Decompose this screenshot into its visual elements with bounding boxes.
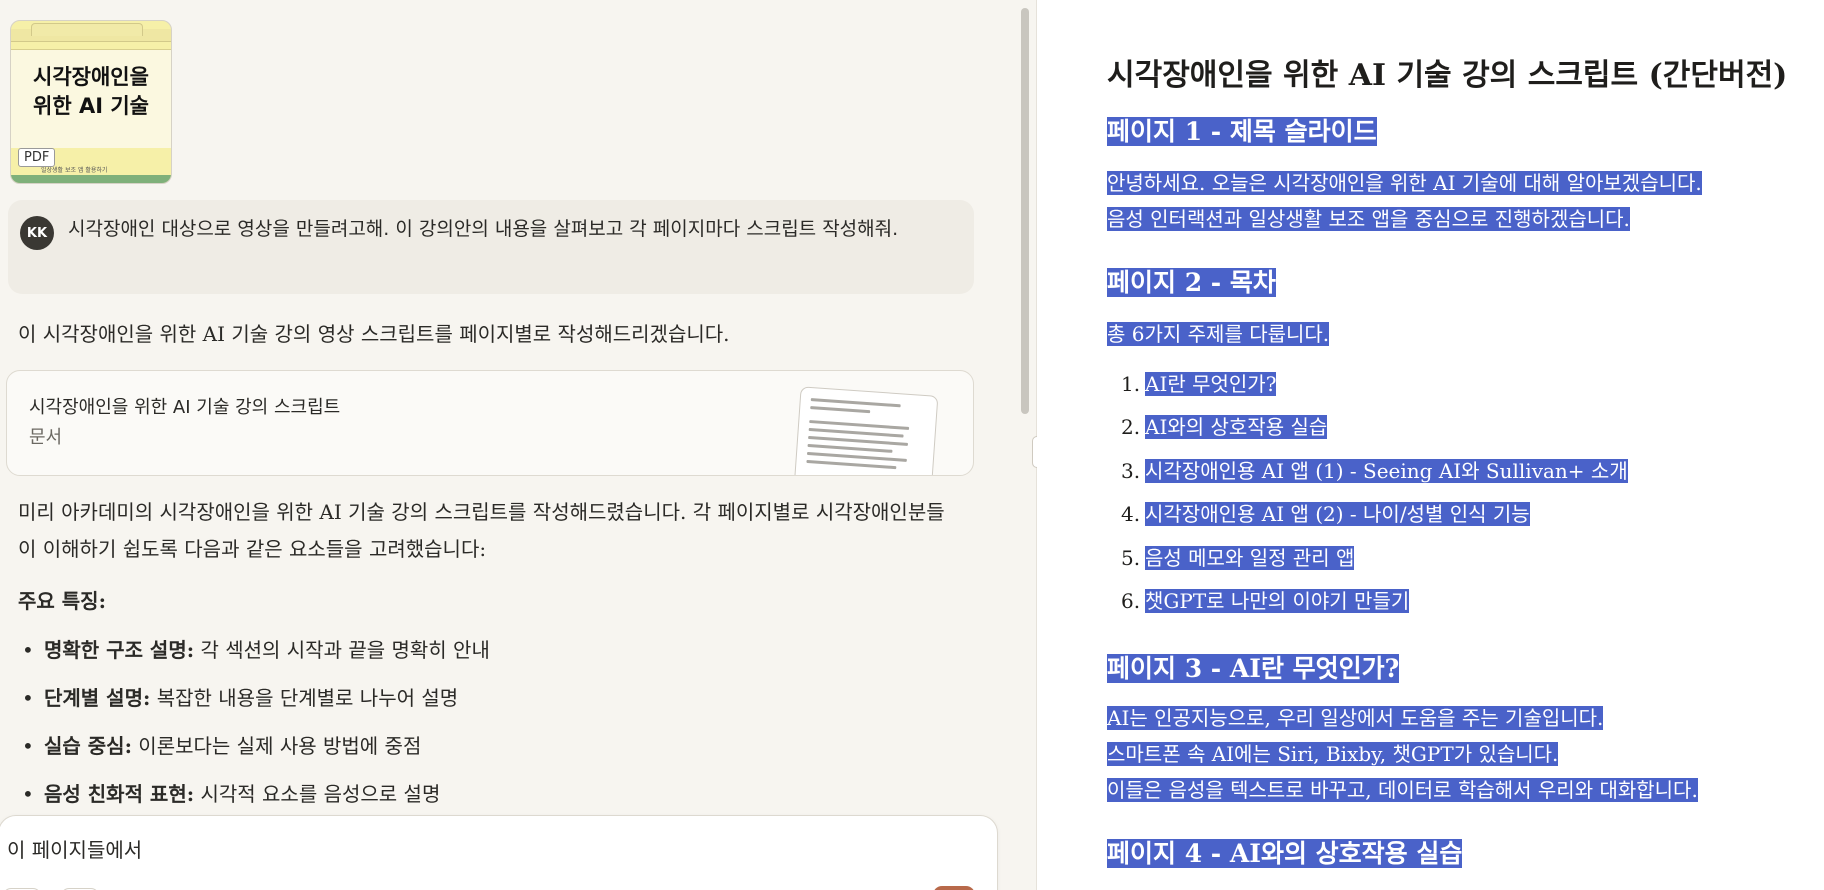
page3-line1: AI는 인공지능으로, 우리 일상에서 도움을 주는 기술입니다. bbox=[1107, 700, 1604, 736]
feature-label: 명확한 구조 설명: bbox=[44, 638, 195, 662]
list-item: 5. 음성 메모와 일정 관리 앱 bbox=[1121, 545, 1355, 570]
thumbnail-title-line2: 위한 AI 기술 bbox=[33, 94, 149, 118]
toc-item-text: 시각장애인용 AI 앱 (2) - 나이/성별 인식 기능 bbox=[1145, 502, 1530, 527]
page1-heading: 페이지 1 - 제목 슬라이드 bbox=[1107, 113, 1377, 151]
artifact-title: 시각장애인을 위한 AI 기술 강의 스크립트 bbox=[29, 397, 341, 418]
list-item: 4. 시각장애인용 AI 앱 (2) - 나이/성별 인식 기능 bbox=[1121, 502, 1530, 527]
chat-scrollbar[interactable] bbox=[1021, 8, 1029, 414]
send-button[interactable] bbox=[933, 886, 975, 890]
thumbnail-title: 시각장애인을 위한 AI 기술 bbox=[15, 63, 167, 121]
artifact-document-panel: 시각장애인을 위한 AI 기술 강의 스크립트 (간단버전) 페이지 1 - 제… bbox=[1037, 0, 1824, 890]
page1-line2: 음성 인터랙션과 일상생활 보조 앱을 중심으로 진행하겠습니다. bbox=[1107, 201, 1630, 237]
toc-item-text: 시각장애인용 AI 앱 (1) - Seeing AI와 Sullivan+ 소… bbox=[1145, 458, 1628, 483]
pdf-badge: PDF bbox=[18, 148, 56, 167]
page3-heading: 페이지 3 - AI란 무엇인가? bbox=[1107, 650, 1400, 688]
list-item: 단계별 설명: 복잡한 내용을 단계별로 나누어 설명 bbox=[22, 678, 490, 726]
toc-item-text: 챗GPT로 나만의 이야기 만들기 bbox=[1145, 588, 1410, 613]
feature-label: 음성 친화적 표현: bbox=[44, 782, 195, 806]
message-composer[interactable]: 이 페이지들에서 bbox=[0, 815, 998, 890]
list-item: 6. 챗GPT로 나만의 이야기 만들기 bbox=[1121, 588, 1410, 613]
list-item: 실습 중심: 이론보다는 실제 사용 방법에 중점 bbox=[22, 726, 490, 774]
feature-text: 시각적 요소를 음성으로 설명 bbox=[194, 782, 441, 806]
assistant-reply-intro: 이 시각장애인을 위한 AI 기술 강의 영상 스크립트를 페이지별로 작성해드… bbox=[18, 322, 730, 346]
list-item: 명확한 구조 설명: 각 섹션의 시작과 끝을 명확히 안내 bbox=[22, 630, 490, 678]
page3-line2: 스마트폰 속 AI에는 Siri, Bixby, 챗GPT가 있습니다. bbox=[1107, 736, 1559, 772]
feature-label: 실습 중심: bbox=[44, 734, 132, 758]
page1-line1-text: 안녕하세요. 오늘은 시각장애인을 위한 AI 기술에 대해 알아보겠습니다. bbox=[1107, 171, 1702, 195]
page2-heading-text: 페이지 2 - 목차 bbox=[1107, 268, 1276, 297]
artifact-card[interactable]: 시각장애인을 위한 AI 기술 강의 스크립트 문서 bbox=[6, 370, 974, 476]
page2-heading: 페이지 2 - 목차 bbox=[1107, 264, 1276, 302]
thumbnail-folder-tabs bbox=[11, 21, 171, 47]
assistant-reply-paragraph: 미리 아카데미의 시각장애인을 위한 AI 기술 강의 스크립트를 작성해드렸습… bbox=[18, 500, 945, 561]
user-message: KK 시각장애인 대상으로 영상을 만들려고해. 이 강의안의 내용을 살펴보고… bbox=[8, 200, 974, 294]
feature-text: 각 섹션의 시작과 끝을 명확히 안내 bbox=[194, 638, 490, 662]
user-avatar: KK bbox=[20, 216, 54, 250]
page3-line3-text: 이들은 음성을 텍스트로 바꾸고, 데이터로 학습해서 우리와 대화합니다. bbox=[1107, 778, 1698, 802]
page3-line2-text: 스마트폰 속 AI에는 Siri, Bixby, 챗GPT가 있습니다. bbox=[1107, 742, 1559, 766]
composer-input[interactable]: 이 페이지들에서 bbox=[7, 834, 142, 863]
thumbnail-footer-stripe bbox=[11, 175, 171, 183]
list-item: 2. AI와의 상호작용 실습 bbox=[1121, 415, 1328, 440]
features-heading: 주요 특징: bbox=[18, 589, 106, 613]
feature-text: 복잡한 내용을 단계별로 나누어 설명 bbox=[150, 686, 459, 710]
page3-line3: 이들은 음성을 텍스트로 바꾸고, 데이터로 학습해서 우리와 대화합니다. bbox=[1107, 772, 1698, 808]
chat-panel: 시각장애인을 위한 AI 기술 일상생활 보조 앱 활용하기 PDF KK 시각… bbox=[0, 0, 1036, 890]
list-item: 3. 시각장애인용 AI 앱 (1) - Seeing AI와 Sullivan+… bbox=[1121, 458, 1628, 483]
page1-line1: 안녕하세요. 오늘은 시각장애인을 위한 AI 기술에 대해 알아보겠습니다. bbox=[1107, 165, 1702, 201]
toc-item-text: 음성 메모와 일정 관리 앱 bbox=[1145, 545, 1355, 570]
user-message-text: 시각장애인 대상으로 영상을 만들려고해. 이 강의안의 내용을 살펴보고 각 … bbox=[68, 218, 899, 240]
artifact-preview-icon bbox=[793, 386, 939, 475]
page1-line2-text: 음성 인터랙션과 일상생활 보조 앱을 중심으로 진행하겠습니다. bbox=[1107, 207, 1630, 231]
page2-intro-text: 총 6가지 주제를 다룹니다. bbox=[1107, 322, 1330, 346]
toc-item-text: AI와의 상호작용 실습 bbox=[1145, 415, 1328, 440]
feature-label: 단계별 설명: bbox=[44, 686, 151, 710]
feature-text: 이론보다는 실제 사용 방법에 중점 bbox=[131, 734, 422, 758]
page1-heading-text: 페이지 1 - 제목 슬라이드 bbox=[1107, 117, 1377, 146]
toc-item-text: AI란 무엇인가? bbox=[1145, 372, 1277, 396]
document-title: 시각장애인을 위한 AI 기술 강의 스크립트 (간단버전) bbox=[1107, 58, 1788, 93]
page3-heading-text: 페이지 3 - AI란 무엇인가? bbox=[1107, 654, 1400, 683]
page4-heading-text: 페이지 4 - AI와의 상호작용 실습 bbox=[1107, 839, 1463, 868]
page2-toc-list: 1. AI란 무엇인가? 2. AI와의 상호작용 실습 3. 시각장애인용 AI 앱… bbox=[1121, 366, 1628, 626]
features-list: 명확한 구조 설명: 각 섹션의 시작과 끝을 명확히 안내 단계별 설명: 복… bbox=[22, 630, 490, 822]
page4-heading: 페이지 4 - AI와의 상호작용 실습 bbox=[1107, 835, 1463, 873]
page2-intro: 총 6가지 주제를 다룹니다. bbox=[1107, 316, 1330, 352]
artifact-type: 문서 bbox=[29, 427, 63, 448]
list-item: 1. AI란 무엇인가? bbox=[1121, 372, 1277, 396]
thumbnail-title-line1: 시각장애인을 bbox=[33, 65, 149, 89]
page3-line1-text: AI는 인공지능으로, 우리 일상에서 도움을 주는 기술입니다. bbox=[1107, 706, 1604, 730]
